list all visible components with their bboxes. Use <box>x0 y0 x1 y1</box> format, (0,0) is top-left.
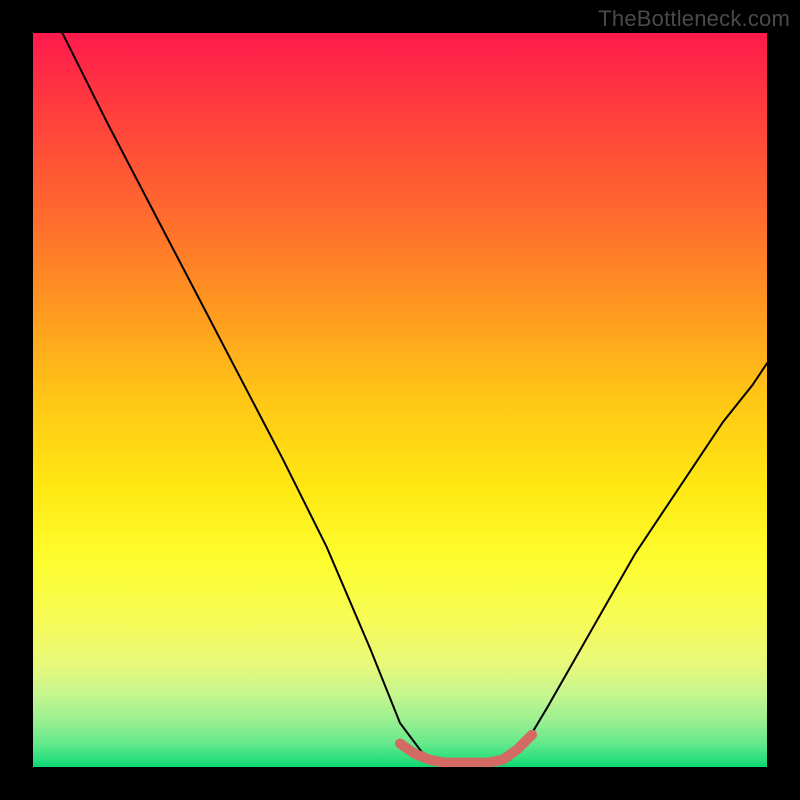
main-curve <box>62 33 767 763</box>
watermark-text: TheBottleneck.com <box>598 6 790 32</box>
plot-area <box>33 33 767 767</box>
curve-layer <box>33 33 767 767</box>
chart-frame: TheBottleneck.com <box>0 0 800 800</box>
